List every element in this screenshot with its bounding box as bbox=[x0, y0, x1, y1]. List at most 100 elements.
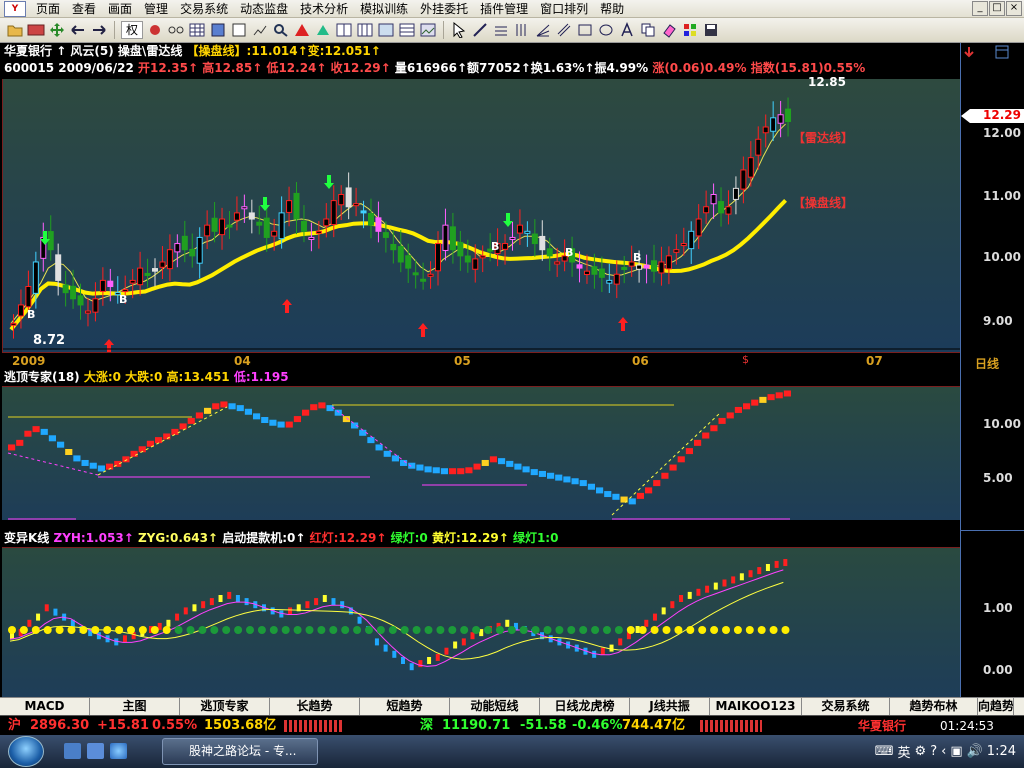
variant-k-block bbox=[409, 663, 414, 671]
arrow-left-icon[interactable] bbox=[69, 21, 87, 39]
menu-trade-system[interactable]: 交易系统 bbox=[174, 0, 234, 18]
ie-icon[interactable] bbox=[110, 743, 127, 759]
help-icon[interactable]: ? bbox=[930, 744, 937, 759]
variant-k-block bbox=[713, 582, 718, 590]
eraser-icon[interactable] bbox=[660, 21, 678, 39]
copy-icon[interactable] bbox=[639, 21, 657, 39]
ellipse-icon[interactable] bbox=[597, 21, 615, 39]
vline-icon[interactable] bbox=[513, 21, 531, 39]
escape-block bbox=[375, 444, 383, 451]
up-arrow-signal bbox=[104, 339, 114, 353]
variant-k-block bbox=[166, 619, 171, 627]
table-icon[interactable] bbox=[398, 21, 416, 39]
signal-light bbox=[222, 626, 231, 634]
start-button[interactable] bbox=[8, 736, 44, 767]
tab-trade-system[interactable]: 交易系统 bbox=[802, 698, 890, 715]
menu-view[interactable]: 查看 bbox=[66, 0, 102, 18]
signal-icon[interactable] bbox=[314, 21, 332, 39]
sz-change: -51.58 bbox=[520, 718, 567, 733]
palette-icon[interactable] bbox=[681, 21, 699, 39]
pane2-plot[interactable] bbox=[2, 386, 960, 520]
picture-icon[interactable] bbox=[419, 21, 437, 39]
candle-body bbox=[747, 157, 754, 178]
tray-arrow-icon[interactable]: ‹ bbox=[941, 744, 946, 759]
menu-plugin-manage[interactable]: 插件管理 bbox=[474, 0, 534, 18]
menu-tech-analysis[interactable]: 技术分析 bbox=[294, 0, 354, 18]
alert-stock[interactable]: 华夏银行 bbox=[858, 716, 906, 736]
switch-windows-icon[interactable] bbox=[87, 743, 104, 759]
tab-bollinger[interactable]: 趋势布林 bbox=[890, 698, 978, 715]
text-tool-icon[interactable] bbox=[618, 21, 636, 39]
tab-maikoo[interactable]: MAIKOO123 bbox=[710, 698, 802, 715]
signal-light bbox=[519, 626, 528, 634]
menu-window-arrange[interactable]: 窗口排列 bbox=[534, 0, 594, 18]
grid-icon[interactable] bbox=[188, 21, 206, 39]
fan-icon[interactable] bbox=[534, 21, 552, 39]
open-folder-icon[interactable] bbox=[6, 21, 24, 39]
tab-taoding[interactable]: 逃顶专家 bbox=[180, 698, 270, 715]
note-icon[interactable] bbox=[230, 21, 248, 39]
tab-long-trend[interactable]: 长趋势 bbox=[270, 698, 360, 715]
escape-block bbox=[73, 455, 81, 462]
arrow-right-icon[interactable] bbox=[90, 21, 108, 39]
line-draw-icon[interactable] bbox=[471, 21, 489, 39]
taskbar-item-forum[interactable]: 股神之路论坛 - 专... bbox=[162, 738, 318, 765]
kline-plot[interactable]: B B B B B 8.72 12.85 【雷达线】 【操盘线】 bbox=[2, 75, 961, 353]
ime-icon[interactable]: ⌨ bbox=[875, 744, 894, 759]
indicator-tabs: MACD 主图 逃顶专家 长趋势 短趋势 动能短线 日线龙虎榜 J线共振 MAI… bbox=[0, 697, 1024, 715]
pane2-name: 逃顶专家(18) bbox=[4, 370, 80, 384]
menu-manage[interactable]: 管理 bbox=[138, 0, 174, 18]
rs-icon[interactable] bbox=[27, 21, 45, 39]
volume-icon[interactable]: 🔊 bbox=[967, 744, 983, 759]
show-desktop-icon[interactable] bbox=[64, 743, 81, 759]
network-icon[interactable]: ▣ bbox=[950, 744, 962, 759]
close-button[interactable]: × bbox=[1006, 1, 1022, 16]
book-icon[interactable] bbox=[209, 21, 227, 39]
restore-button[interactable]: □ bbox=[989, 1, 1005, 16]
move-icon[interactable] bbox=[48, 21, 66, 39]
minimize-button[interactable]: _ bbox=[972, 1, 988, 16]
stock-icon[interactable] bbox=[146, 21, 164, 39]
pane3-plot[interactable] bbox=[2, 547, 960, 697]
tab-trend[interactable]: 向趋势 bbox=[978, 698, 1014, 715]
menu-help[interactable]: 帮助 bbox=[594, 0, 630, 18]
trend-dash bbox=[611, 412, 721, 516]
rect-icon[interactable] bbox=[576, 21, 594, 39]
pointer-icon[interactable] bbox=[450, 21, 468, 39]
app-logo-icon[interactable]: Y bbox=[4, 0, 26, 17]
tab-macd[interactable]: MACD bbox=[0, 698, 90, 715]
ime-language[interactable]: 英 bbox=[898, 742, 911, 761]
chart-icon[interactable] bbox=[251, 21, 269, 39]
rights-dropdown[interactable]: 权 bbox=[121, 21, 144, 39]
menu-page[interactable]: 页面 bbox=[30, 0, 66, 18]
window-icon[interactable] bbox=[995, 45, 1009, 59]
candle-body bbox=[293, 192, 300, 220]
save-icon[interactable] bbox=[702, 21, 720, 39]
menu-monitor[interactable]: 动态监盘 bbox=[234, 0, 294, 18]
alert-icon[interactable] bbox=[293, 21, 311, 39]
signal-light bbox=[448, 626, 457, 634]
toolbar-separator bbox=[443, 21, 445, 39]
variant-k-block bbox=[652, 613, 657, 621]
download-icon[interactable] bbox=[963, 45, 983, 61]
menu-sim-training[interactable]: 模拟训练 bbox=[354, 0, 414, 18]
tab-j-line[interactable]: J线共振 bbox=[630, 698, 710, 715]
layout-icon[interactable] bbox=[335, 21, 353, 39]
tab-daily-rank[interactable]: 日线龙虎榜 bbox=[540, 698, 630, 715]
window-icon[interactable] bbox=[377, 21, 395, 39]
tray-tools-icon[interactable]: ⚙ bbox=[915, 744, 927, 759]
channel-icon[interactable] bbox=[555, 21, 573, 39]
tab-main[interactable]: 主图 bbox=[90, 698, 180, 715]
glasses-icon[interactable] bbox=[167, 21, 185, 39]
menu-plugin-order[interactable]: 外挂委托 bbox=[414, 0, 474, 18]
tab-momentum[interactable]: 动能短线 bbox=[450, 698, 540, 715]
escape-block bbox=[408, 462, 416, 469]
candle-body bbox=[703, 206, 710, 214]
columns-icon[interactable] bbox=[356, 21, 374, 39]
tab-short-trend[interactable]: 短趋势 bbox=[360, 698, 450, 715]
variant-k-block bbox=[44, 604, 49, 612]
hline-icon[interactable] bbox=[492, 21, 510, 39]
chart-area[interactable]: 华夏银行 ↑ 风云(5) 操盘\雷达线 【操盘线】:11.014↑变:12.05… bbox=[0, 43, 1024, 697]
search-icon[interactable] bbox=[272, 21, 290, 39]
menu-canvas[interactable]: 画面 bbox=[102, 0, 138, 18]
